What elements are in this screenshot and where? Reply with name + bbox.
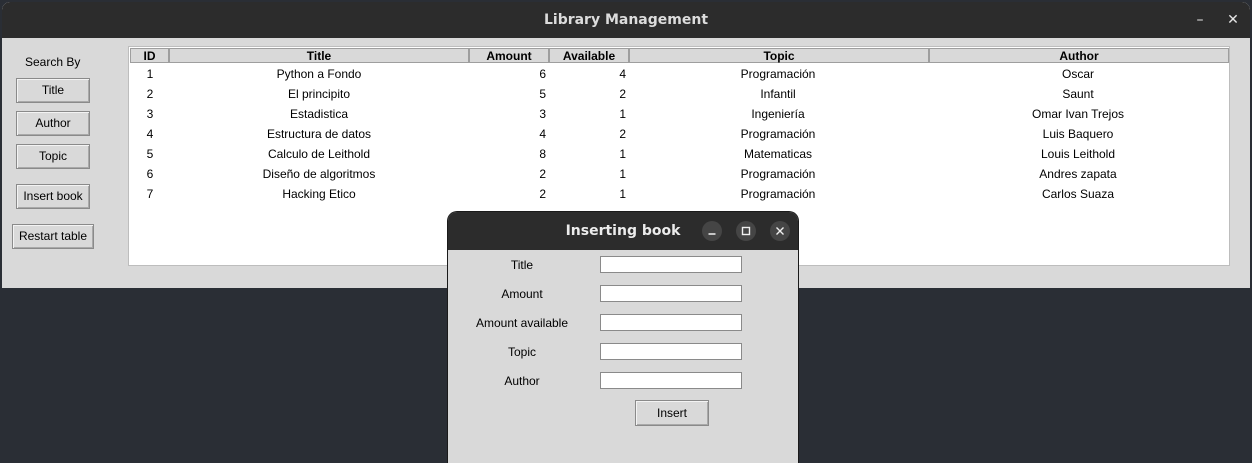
- cell-available: 1: [619, 167, 626, 181]
- column-header-amount[interactable]: Amount: [469, 48, 549, 63]
- main-titlebar[interactable]: Library Management – ✕: [2, 2, 1250, 38]
- cell-author: Carlos Suaza: [1041, 187, 1115, 201]
- cell-topic: Matematicas: [743, 147, 813, 161]
- table-row[interactable]: 5 Calculo de Leithold 8 1 Matematicas Lo…: [129, 147, 1229, 163]
- cell-title: Estadistica: [289, 107, 349, 121]
- table-row[interactable]: 3 Estadistica 3 1 Ingeniería Omar Ivan T…: [129, 107, 1229, 123]
- cell-author: Louis Leithold: [1040, 147, 1116, 161]
- table-row[interactable]: 2 El principito 5 2 Infantil Saunt: [129, 87, 1229, 103]
- cell-amount: 4: [539, 127, 546, 141]
- table-row[interactable]: 4 Estructura de datos 4 2 Programación L…: [129, 127, 1229, 143]
- cell-available: 4: [619, 67, 626, 81]
- cell-author: Saunt: [1062, 87, 1094, 101]
- cell-author: Oscar: [1061, 67, 1094, 81]
- cell-amount: 8: [539, 147, 546, 161]
- window-title: Library Management: [543, 12, 709, 28]
- topic-input[interactable]: [600, 343, 742, 360]
- maximize-icon[interactable]: [736, 221, 756, 241]
- cell-topic: Infantil: [760, 87, 796, 101]
- title-label: Title: [510, 258, 534, 272]
- column-header-author[interactable]: Author: [929, 48, 1229, 63]
- title-input[interactable]: [600, 256, 742, 273]
- cell-available: 1: [619, 187, 626, 201]
- cell-id: 6: [146, 167, 154, 181]
- cell-amount: 6: [539, 67, 546, 81]
- cell-amount: 2: [539, 187, 546, 201]
- column-header-title[interactable]: Title: [169, 48, 469, 63]
- cell-id: 4: [146, 127, 154, 141]
- cell-available: 2: [619, 87, 626, 101]
- cell-id: 7: [146, 187, 154, 201]
- column-header-topic[interactable]: Topic: [629, 48, 929, 63]
- amount-label: Amount: [501, 287, 543, 301]
- amount-available-input[interactable]: [600, 314, 742, 331]
- cell-title: Diseño de algoritmos: [262, 167, 376, 181]
- topic-label: Topic: [507, 345, 536, 359]
- cell-id: 3: [146, 107, 154, 121]
- cell-available: 2: [619, 127, 626, 141]
- restart-table-button[interactable]: Restart table: [12, 224, 94, 249]
- search-title-button[interactable]: Title: [16, 78, 90, 103]
- dialog-titlebar[interactable]: Inserting book: [448, 212, 798, 250]
- amount-available-label: Amount available: [475, 316, 569, 330]
- cell-title: Calculo de Leithold: [267, 147, 371, 161]
- author-input[interactable]: [600, 372, 742, 389]
- cell-amount: 2: [539, 167, 546, 181]
- insert-book-button[interactable]: Insert book: [16, 184, 90, 209]
- column-header-available[interactable]: Available: [549, 48, 629, 63]
- table-row[interactable]: 6 Diseño de algoritmos 2 1 Programación …: [129, 167, 1229, 183]
- cell-id: 2: [146, 87, 154, 101]
- author-label: Author: [504, 374, 540, 388]
- cell-topic: Programación: [740, 167, 816, 181]
- cell-id: 5: [146, 147, 154, 161]
- column-header-id[interactable]: ID: [130, 48, 169, 63]
- cell-author: Andres zapata: [1039, 167, 1117, 181]
- cell-id: 1: [146, 67, 154, 81]
- search-author-button[interactable]: Author: [16, 111, 90, 136]
- cell-topic: Programación: [740, 127, 816, 141]
- cell-topic: Programación: [740, 187, 816, 201]
- cell-title: Python a Fondo: [276, 67, 362, 81]
- search-topic-button[interactable]: Topic: [16, 144, 90, 169]
- minimize-icon[interactable]: [702, 221, 722, 241]
- table-row[interactable]: 1 Python a Fondo 6 4 Programación Oscar: [129, 67, 1229, 83]
- insert-book-dialog: Inserting book Title Amount Amount avail…: [448, 212, 798, 463]
- close-icon[interactable]: [770, 221, 790, 241]
- cell-title: Hacking Etico: [282, 187, 356, 201]
- cell-amount: 5: [539, 87, 546, 101]
- cell-available: 1: [619, 147, 626, 161]
- cell-topic: Ingeniería: [751, 107, 805, 121]
- cell-author: Omar Ivan Trejos: [1031, 107, 1125, 121]
- cell-title: El principito: [287, 87, 351, 101]
- cell-author: Luis Baquero: [1042, 127, 1114, 141]
- insert-button[interactable]: Insert: [635, 400, 709, 426]
- close-icon[interactable]: ✕: [1222, 9, 1244, 31]
- cell-available: 1: [619, 107, 626, 121]
- search-by-label: Search By: [25, 55, 81, 69]
- cell-amount: 3: [539, 107, 546, 121]
- cell-topic: Programación: [740, 67, 816, 81]
- amount-input[interactable]: [600, 285, 742, 302]
- minimize-icon[interactable]: –: [1189, 9, 1211, 31]
- cell-title: Estructura de datos: [266, 127, 372, 141]
- table-row[interactable]: 7 Hacking Etico 2 1 Programación Carlos …: [129, 187, 1229, 203]
